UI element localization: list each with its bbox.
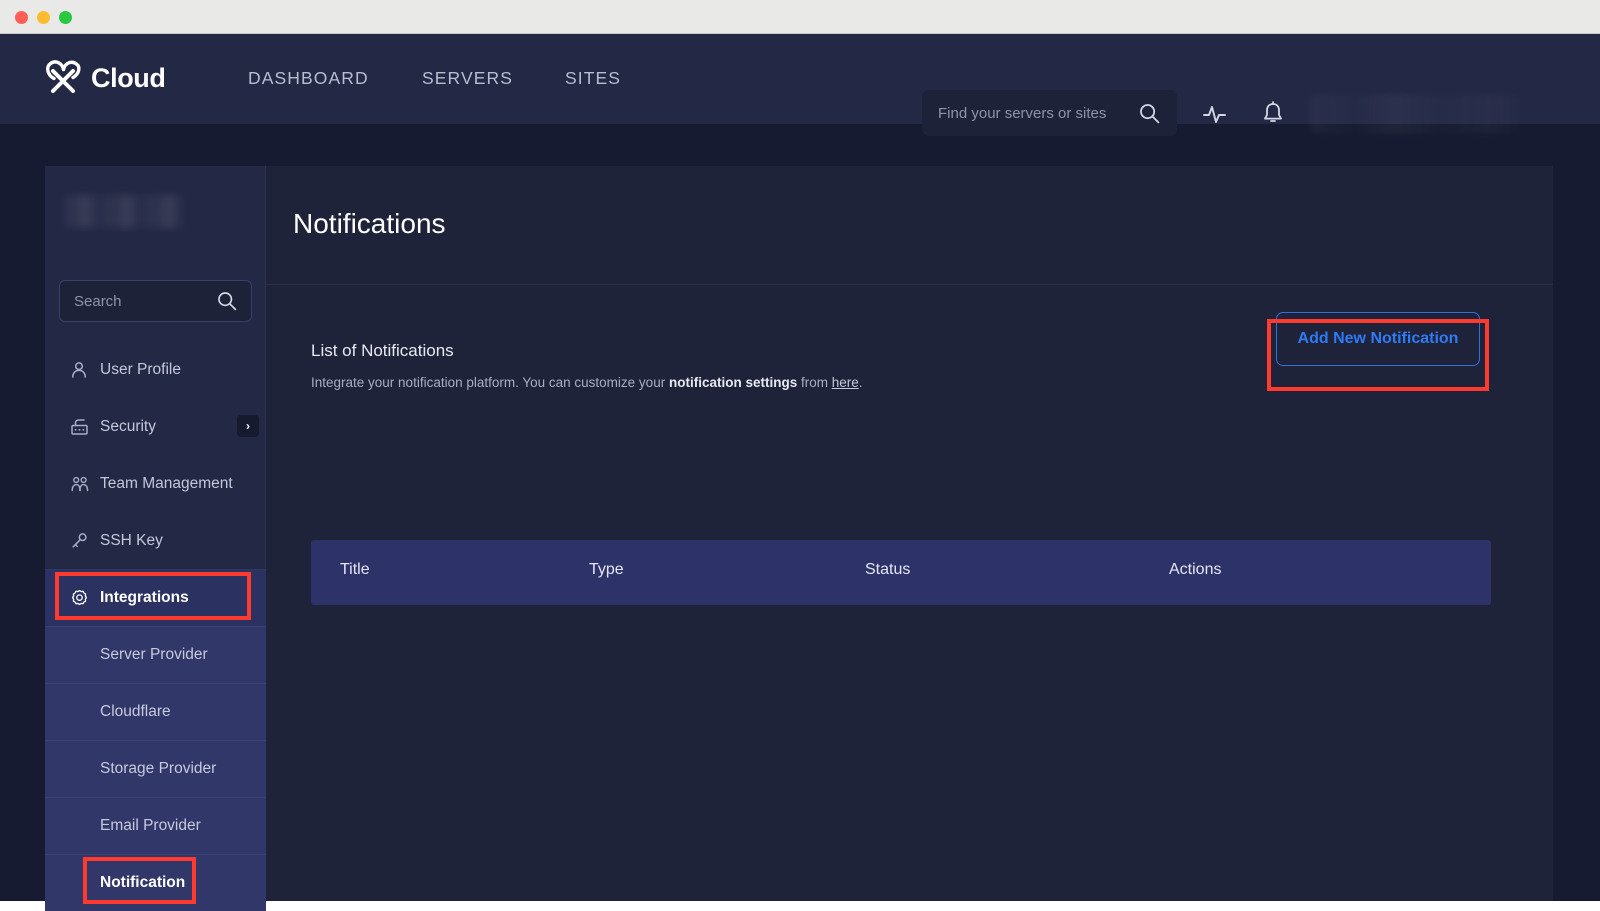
global-search-box[interactable] — [922, 90, 1177, 136]
sidebar-item-user-profile[interactable]: User Profile — [45, 341, 266, 398]
description-text-before: Integrate your notification platform. Yo… — [311, 375, 669, 390]
people-group-icon — [70, 475, 90, 493]
nav-item-servers[interactable]: SERVERS — [422, 68, 513, 89]
window-maximize-button[interactable] — [59, 11, 72, 24]
sidebar-subitem-email-provider[interactable]: Email Provider — [45, 797, 266, 854]
sidebar-item-label: Integrations — [100, 589, 189, 607]
sidebar-item-label: User Profile — [100, 361, 181, 379]
user-icon — [70, 361, 88, 379]
sidebar-search-box[interactable] — [59, 280, 252, 322]
user-account-area[interactable] — [1310, 94, 1520, 134]
notifications-card: List of Notifications Integrate your not… — [266, 285, 1553, 901]
page-title: Notifications — [293, 208, 446, 240]
description-text-after: . — [859, 375, 863, 390]
add-new-notification-button[interactable]: Add New Notification — [1276, 312, 1480, 366]
section-description: Integrate your notification platform. Yo… — [311, 375, 863, 390]
logo-wordmark: Cloud — [91, 63, 165, 94]
sidebar-item-label: SSH Key — [100, 532, 163, 550]
nav-item-sites[interactable]: SITES — [565, 68, 621, 89]
sidebar-item-label: Team Management — [100, 475, 233, 493]
page-header: Notifications — [266, 166, 1553, 285]
window-minimize-button[interactable] — [37, 11, 50, 24]
sidebar-item-team-management[interactable]: Team Management — [45, 455, 266, 512]
sidebar-subitem-label: Email Provider — [100, 817, 201, 835]
sidebar-item-integrations[interactable]: Integrations — [45, 569, 266, 626]
table-column-header-status: Status — [865, 561, 910, 579]
nav-item-dashboard[interactable]: DASHBOARD — [248, 68, 369, 89]
description-link-here[interactable]: here — [832, 375, 859, 390]
sidebar-subitem-label: Storage Provider — [100, 760, 216, 778]
top-navigation-bar: Cloud DASHBOARD SERVERS SITES — [0, 34, 1600, 124]
sidebar-subitem-notification[interactable]: Notification — [45, 854, 266, 911]
window-close-button[interactable] — [15, 11, 28, 24]
search-icon[interactable] — [217, 291, 237, 316]
app-root: Cloud DASHBOARD SERVERS SITES — [0, 34, 1600, 901]
activity-pulse-icon[interactable] — [1202, 102, 1227, 132]
app-logo[interactable]: Cloud — [42, 58, 165, 98]
sidebar-item-security[interactable]: Security › — [45, 398, 266, 455]
gear-icon — [70, 589, 89, 608]
sidebar-subitem-label: Cloudflare — [100, 703, 171, 721]
search-icon[interactable] — [1139, 103, 1160, 129]
lock-keypad-icon — [70, 418, 89, 436]
description-bold: notification settings — [669, 375, 797, 390]
sidebar-item-label: Security — [100, 418, 156, 436]
bell-icon[interactable] — [1261, 101, 1285, 132]
table-column-header-actions: Actions — [1169, 561, 1221, 579]
table-column-header-type: Type — [589, 561, 624, 579]
notifications-table: Title Type Status Actions — [311, 540, 1491, 605]
sidebar-subitem-server-provider[interactable]: Server Provider — [45, 626, 266, 683]
description-text-middle: from — [797, 375, 832, 390]
section-title: List of Notifications — [311, 341, 454, 361]
cloud-heart-logo-icon — [42, 58, 84, 98]
sidebar-subitem-cloudflare[interactable]: Cloudflare — [45, 683, 266, 740]
window-title-bar — [0, 0, 1600, 34]
sidebar-subitem-storage-provider[interactable]: Storage Provider — [45, 740, 266, 797]
main-content: Notifications List of Notifications Inte… — [266, 166, 1553, 901]
sidebar-search-input[interactable] — [74, 281, 209, 321]
sidebar-subitem-label: Notification — [100, 874, 185, 892]
account-name-redacted — [64, 195, 184, 228]
chevron-right-icon[interactable]: › — [237, 415, 259, 437]
sidebar-item-ssh-key[interactable]: SSH Key — [45, 512, 266, 569]
key-icon — [70, 532, 88, 550]
settings-sidebar: User Profile Security › — [45, 166, 266, 901]
global-search-input[interactable] — [938, 90, 1128, 136]
sidebar-subitem-label: Server Provider — [100, 646, 208, 664]
table-header-row: Title Type Status Actions — [311, 540, 1491, 605]
table-column-header-title: Title — [340, 561, 370, 579]
